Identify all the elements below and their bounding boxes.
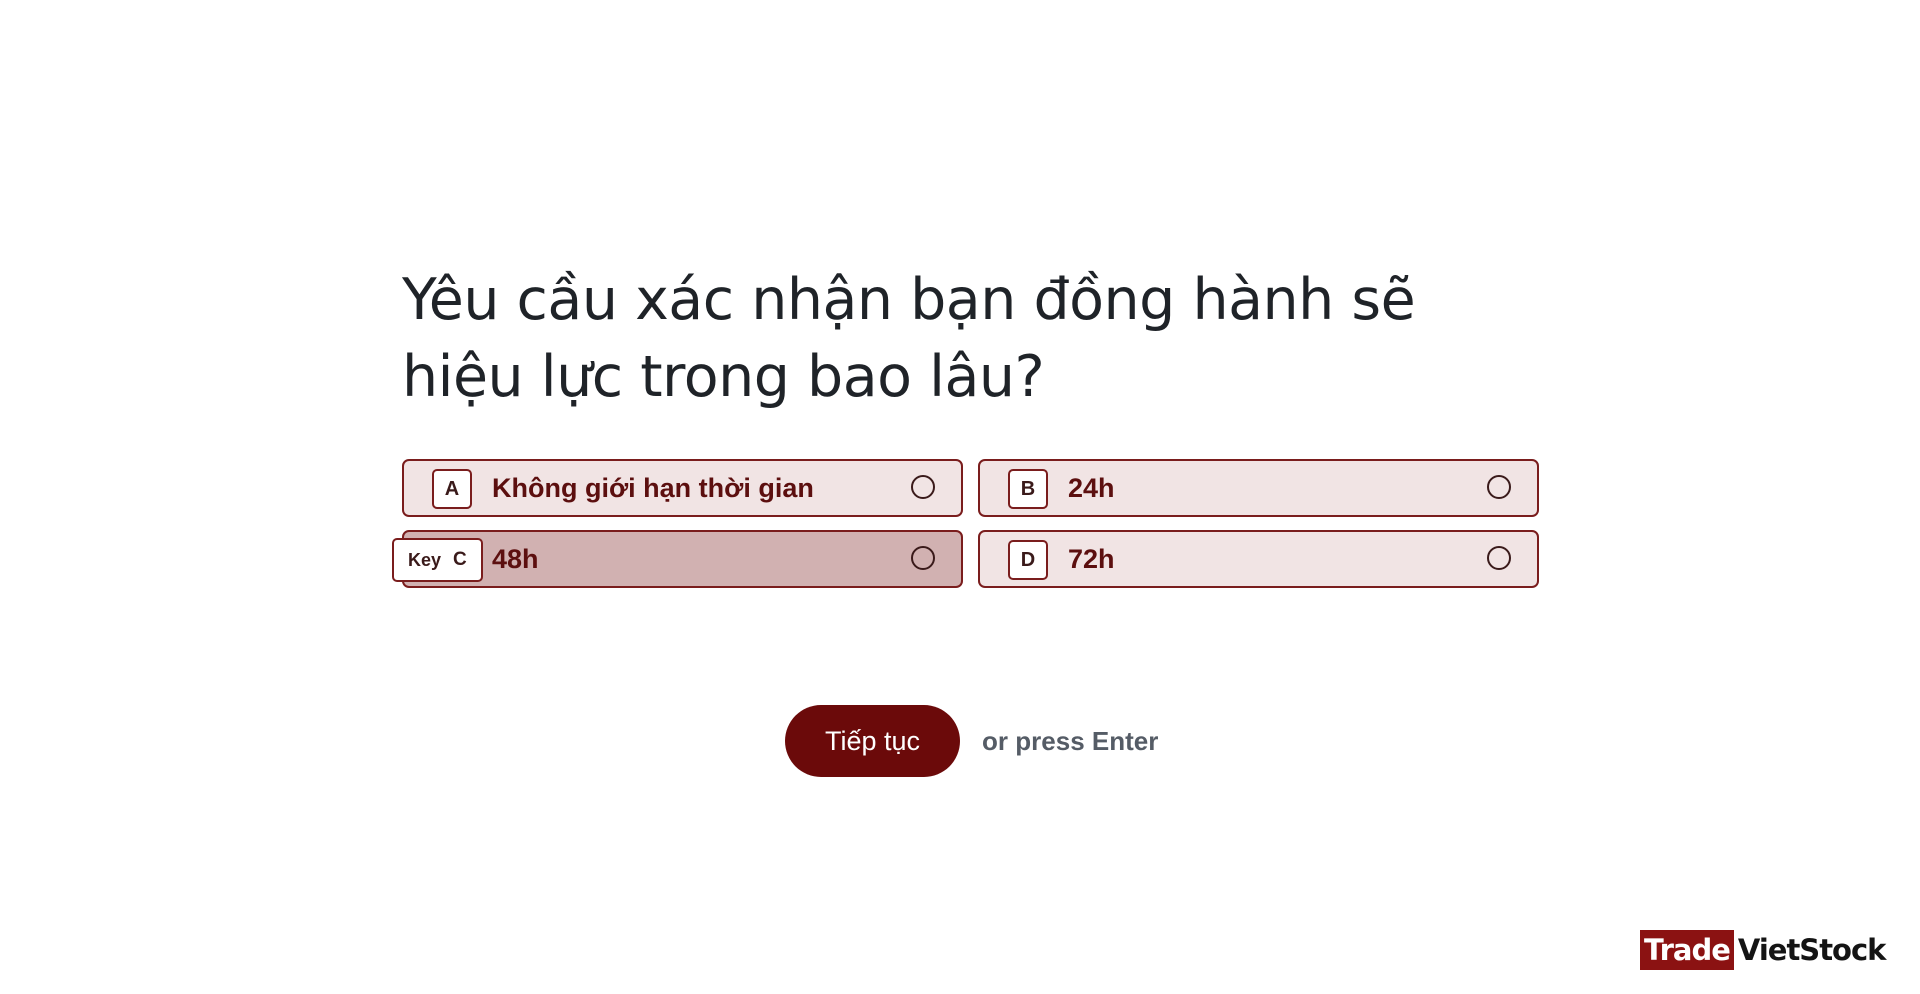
radio-circle-icon[interactable] [911, 546, 935, 570]
option-label-c: 48h [492, 543, 539, 574]
key-hint-word: Key [408, 549, 442, 570]
option-label-a: Không giới hạn thời gian [492, 472, 814, 503]
key-hint-tooltip: Key C [392, 538, 483, 582]
option-key-a: A [432, 469, 472, 509]
option-label-b: 24h [1068, 472, 1115, 503]
option-key-b: B [1008, 469, 1048, 509]
radio-circle-icon[interactable] [911, 475, 935, 499]
press-enter-hint: or press Enter [982, 725, 1159, 756]
brand-logo: Trade VietStock [1640, 930, 1887, 970]
option-d[interactable]: D 72h [978, 530, 1539, 588]
radio-circle-icon[interactable] [1487, 475, 1511, 499]
option-key-c: C [453, 549, 467, 570]
option-b[interactable]: B 24h [978, 459, 1539, 517]
options-grid: A Không giới hạn thời gian B 24h Key C 4… [392, 459, 1539, 588]
option-label-d: 72h [1068, 543, 1115, 574]
actions-row: Tiếp tục or press Enter [785, 705, 1158, 777]
brand-logo-trade: Trade [1640, 930, 1734, 970]
question-title: Yêu cầu xác nhận bạn đồng hành sẽ hiệu l… [402, 267, 1416, 410]
option-key-d: D [1008, 540, 1048, 580]
radio-circle-icon[interactable] [1487, 546, 1511, 570]
quiz-page: Yêu cầu xác nhận bạn đồng hành sẽ hiệu l… [0, 0, 1920, 994]
continue-button[interactable]: Tiếp tục [785, 705, 961, 777]
brand-logo-vietstock: VietStock [1737, 933, 1887, 967]
option-a[interactable]: A Không giới hạn thời gian [402, 459, 963, 517]
option-c[interactable]: Key C 48h [392, 530, 963, 588]
